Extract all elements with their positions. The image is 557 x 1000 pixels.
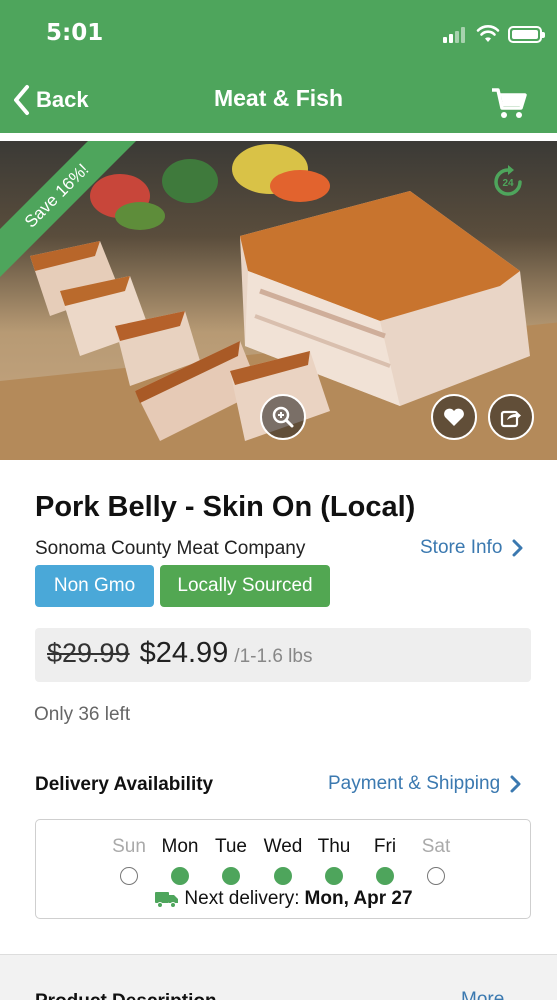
product-description-section: Product Description More — [0, 954, 557, 1000]
favorite-button[interactable] — [431, 394, 477, 440]
page-title: Meat & Fish — [213, 85, 344, 111]
truck-icon — [155, 892, 179, 908]
next-delivery-date: Mon, Apr 27 — [304, 888, 413, 909]
tag-label: Non Gmo — [53, 575, 136, 596]
cellular-signal-icon — [443, 27, 469, 43]
header-bar: 5:01 Back Meat & Fish — [0, 0, 557, 133]
tag-label: Locally Sourced — [177, 575, 313, 596]
day-sat: Sat — [421, 836, 451, 857]
product-name: Pork Belly - Skin On (Local) — [35, 491, 416, 523]
original-price: $29.99 — [47, 638, 130, 668]
delivery-title: Delivery Availability — [35, 774, 214, 795]
product-image[interactable]: Save 16%! 24 — [0, 141, 557, 460]
day-thu: Thu — [317, 836, 351, 857]
vendor-name: Sonoma County Meat Company — [35, 538, 306, 559]
store-info-link[interactable]: Store Info — [420, 537, 528, 559]
tag-non-gmo: Non Gmo — [35, 565, 154, 607]
price-unit: /1-1.6 lbs — [234, 646, 313, 667]
battery-icon — [508, 26, 545, 43]
day-indicator-wed — [274, 867, 292, 885]
more-link[interactable]: More — [461, 989, 504, 1000]
store-info-label: Store Info — [420, 537, 503, 558]
day-indicator-tue — [222, 867, 240, 885]
status-time: 5:01 — [46, 20, 104, 46]
share-button[interactable] — [488, 394, 534, 440]
day-indicator-thu — [325, 867, 343, 885]
description-title: Product Description — [35, 991, 217, 1000]
day-indicator-sun — [120, 867, 138, 885]
next-delivery: Next delivery: Mon, Apr 27 — [36, 888, 532, 910]
next-delivery-label: Next delivery: — [184, 888, 300, 909]
day-tue: Tue — [214, 836, 248, 857]
zoom-button[interactable] — [260, 394, 306, 440]
day-indicator-fri — [376, 867, 394, 885]
chevron-right-icon — [510, 775, 521, 793]
tag-locally-sourced: Locally Sourced — [160, 565, 330, 607]
day-indicator-mon — [171, 867, 189, 885]
day-wed: Wed — [263, 836, 303, 857]
delivery-days: Sun Mon Tue Wed Thu Fri Sat Next deliver… — [35, 819, 531, 919]
sale-price: $24.99 — [139, 637, 229, 669]
cart-icon[interactable] — [491, 86, 527, 120]
payment-shipping-label: Payment & Shipping — [328, 773, 501, 794]
wifi-icon — [476, 25, 500, 42]
day-indicator-sat — [427, 867, 445, 885]
day-fri: Fri — [373, 836, 397, 857]
price-box: $29.99 $24.99 /1-1.6 lbs — [35, 628, 531, 682]
zoom-in-icon — [272, 406, 294, 428]
heart-icon — [444, 408, 464, 426]
day-mon: Mon — [161, 836, 199, 857]
chevron-right-icon — [512, 539, 523, 557]
stock-count: Only 36 left — [34, 704, 131, 725]
payment-shipping-link[interactable]: Payment & Shipping — [328, 773, 526, 795]
share-icon — [500, 410, 521, 428]
refresh-24-icon: 24 — [494, 165, 522, 196]
day-sun: Sun — [112, 836, 146, 857]
timer-label: 24 — [502, 178, 514, 189]
